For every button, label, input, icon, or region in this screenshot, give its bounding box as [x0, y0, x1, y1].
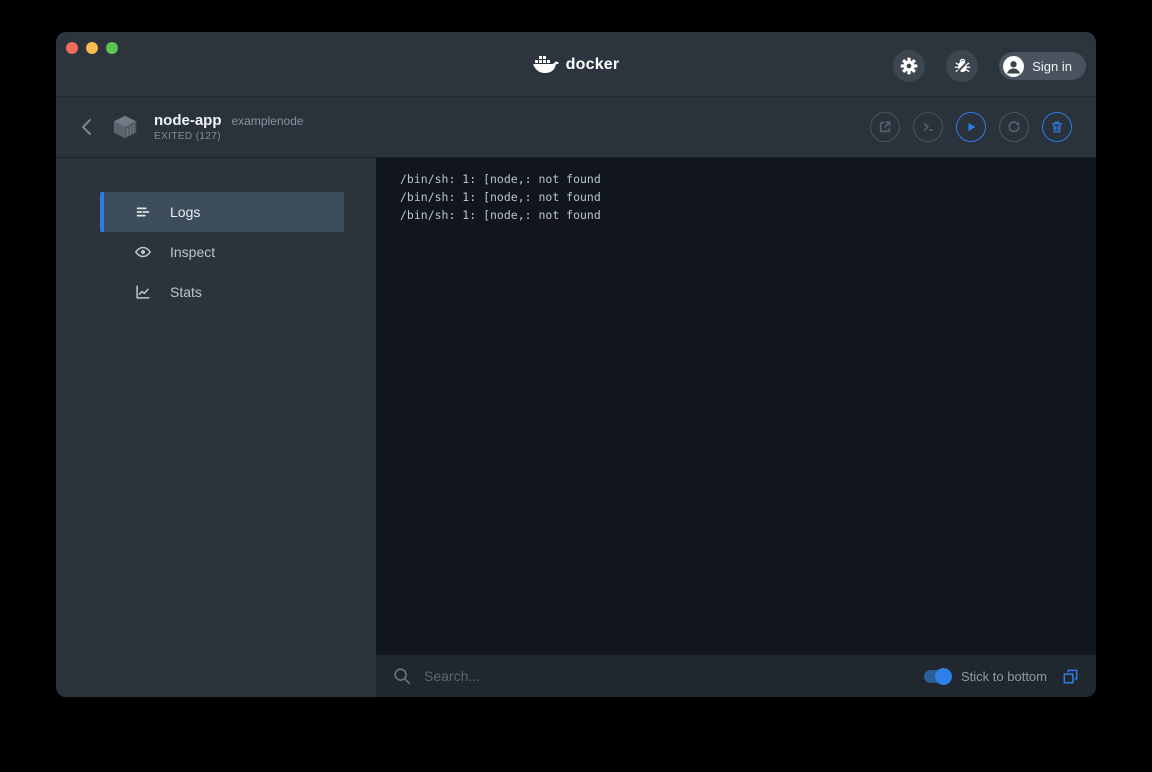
tab-stats[interactable]: Stats — [100, 272, 344, 312]
settings-button[interactable] — [893, 50, 925, 82]
stick-to-bottom-toggle[interactable] — [924, 670, 951, 683]
content-area: Logs Inspect Stats — [56, 158, 1096, 697]
logs-toolbar: Stick to bottom — [376, 655, 1096, 697]
eye-icon — [134, 243, 152, 261]
tab-logs[interactable]: Logs — [100, 192, 344, 232]
toggle-knob — [935, 668, 952, 685]
tab-inspect-label: Inspect — [170, 244, 215, 260]
docker-wordmark: docker — [566, 56, 620, 74]
container-status: EXITED (127) — [154, 131, 304, 142]
open-in-browser-button[interactable] — [870, 112, 900, 142]
docker-whale-icon — [533, 55, 559, 75]
play-icon — [964, 120, 978, 134]
top-bar-actions: Sign in — [893, 50, 1086, 82]
image-name: examplenode — [232, 114, 304, 128]
search-input[interactable] — [424, 668, 924, 684]
log-output[interactable]: /bin/sh: 1: [node,: not found /bin/sh: 1… — [376, 158, 1096, 655]
window-controls — [66, 42, 118, 54]
troubleshoot-button[interactable] — [946, 50, 978, 82]
sign-in-button[interactable]: Sign in — [999, 52, 1086, 80]
log-line: /bin/sh: 1: [node,: not found — [400, 188, 1096, 206]
log-line: /bin/sh: 1: [node,: not found — [400, 170, 1096, 188]
top-bar: docker — [56, 32, 1096, 96]
chevron-left-icon — [78, 116, 96, 138]
logs-panel: /bin/sh: 1: [node,: not found /bin/sh: 1… — [376, 158, 1096, 697]
sign-in-label: Sign in — [1032, 59, 1072, 74]
open-terminal-button[interactable] — [913, 112, 943, 142]
external-link-icon — [878, 120, 892, 134]
chart-icon — [134, 283, 152, 301]
tab-stats-label: Stats — [170, 284, 202, 300]
close-window-button[interactable] — [66, 42, 78, 54]
copy-icon — [1061, 667, 1080, 686]
back-button[interactable] — [74, 112, 100, 142]
gear-icon — [899, 56, 919, 76]
restart-icon — [1007, 120, 1021, 134]
zoom-window-button[interactable] — [106, 42, 118, 54]
tab-inspect[interactable]: Inspect — [100, 232, 344, 272]
container-title-block: node-app examplenode EXITED (127) — [154, 112, 304, 142]
trash-icon — [1050, 120, 1064, 134]
delete-container-button[interactable] — [1042, 112, 1072, 142]
container-cube-icon — [110, 112, 140, 142]
minimize-window-button[interactable] — [86, 42, 98, 54]
container-sidebar: Logs Inspect Stats — [56, 158, 376, 697]
log-line: /bin/sh: 1: [node,: not found — [400, 206, 1096, 224]
logs-icon — [134, 203, 152, 221]
tab-logs-label: Logs — [170, 204, 200, 220]
user-avatar-icon — [1003, 56, 1024, 77]
copy-logs-button[interactable] — [1061, 667, 1080, 686]
container-name: node-app — [154, 112, 222, 129]
stick-to-bottom-label: Stick to bottom — [961, 669, 1047, 684]
bug-icon — [953, 57, 972, 76]
container-actions — [870, 112, 1072, 142]
restart-container-button[interactable] — [999, 112, 1029, 142]
docker-logo: docker — [533, 55, 620, 75]
start-container-button[interactable] — [956, 112, 986, 142]
docker-desktop-window: docker — [56, 32, 1096, 697]
search-icon — [392, 666, 412, 686]
terminal-icon — [921, 120, 935, 134]
container-header: node-app examplenode EXITED (127) — [56, 96, 1096, 158]
